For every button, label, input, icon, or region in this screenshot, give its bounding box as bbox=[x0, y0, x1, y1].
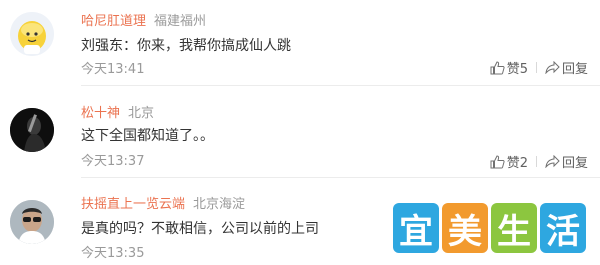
comment-text: 刘强东：你来，我帮你搞成仙人跳 bbox=[81, 38, 291, 54]
man-sunglasses-avatar-icon bbox=[10, 200, 54, 244]
timestamp: 今天13:41 bbox=[81, 62, 145, 77]
location-label: 北京海淀 bbox=[193, 197, 246, 212]
action-divider bbox=[535, 156, 537, 167]
comment-header: 哈尼肛道理 福建福州 bbox=[81, 10, 206, 29]
comment-actions: 赞2 回复 bbox=[490, 152, 588, 171]
comment-text: 这下全国都知道了。。 bbox=[81, 128, 214, 144]
username-link[interactable]: 扶摇直上一览云端 bbox=[81, 197, 185, 212]
action-divider bbox=[535, 62, 537, 73]
comment-feed: 哈尼肛道理福建福州 刘强东：你来，我帮你搞成仙人跳 今天13:41 赞5 回复 bbox=[0, 0, 600, 265]
reply-label: 回复 bbox=[561, 156, 588, 171]
comment-header: 松十神 北京 bbox=[81, 102, 154, 121]
watermark-char: 生 bbox=[491, 203, 537, 253]
like-count: 赞2 bbox=[506, 156, 528, 171]
like-button[interactable]: 赞2 bbox=[490, 152, 528, 171]
location-label: 北京 bbox=[128, 106, 155, 121]
reply-label: 回复 bbox=[561, 62, 588, 77]
share-arrow-icon bbox=[545, 155, 560, 168]
yellow-cartoon-avatar-icon bbox=[10, 12, 54, 56]
thumbs-up-icon bbox=[490, 60, 505, 74]
thumbs-up-icon bbox=[490, 154, 505, 168]
timestamp: 今天13:35 bbox=[81, 246, 145, 261]
username-link[interactable]: 哈尼肛道理 bbox=[81, 14, 146, 29]
username-link[interactable]: 松十神 bbox=[81, 106, 120, 121]
comment-header: 扶摇直上一览云端 北京海淀 bbox=[81, 193, 245, 212]
watermark-char: 活 bbox=[540, 203, 586, 253]
watermark-char: 宜 bbox=[393, 203, 439, 253]
watermark-char: 美 bbox=[442, 203, 488, 253]
avatar[interactable] bbox=[10, 108, 54, 152]
comment-text: 是真的吗？不敢相信，公司以前的上司 bbox=[81, 221, 319, 237]
like-button[interactable]: 赞5 bbox=[490, 58, 528, 77]
comment-actions: 赞5 回复 bbox=[490, 58, 588, 77]
avatar[interactable] bbox=[10, 12, 54, 56]
like-count: 赞5 bbox=[506, 62, 528, 77]
reply-button[interactable]: 回复 bbox=[545, 152, 588, 171]
timestamp: 今天13:37 bbox=[81, 154, 145, 169]
reply-button[interactable]: 回复 bbox=[545, 58, 588, 77]
share-arrow-icon bbox=[545, 61, 560, 74]
dark-figure-avatar-icon bbox=[10, 108, 54, 152]
avatar[interactable] bbox=[10, 200, 54, 244]
comment-item: 松十神 北京 这下全国都知道了。。 今天13:37 赞2 回复 bbox=[0, 86, 600, 178]
watermark-logo: 宜 美 生 活 bbox=[393, 203, 588, 255]
location-label: 福建福州 bbox=[154, 14, 207, 29]
comment-item: 哈尼肛道理 福建福州 刘强东：你来，我帮你搞成仙人跳 今天13:41 赞5 回复 bbox=[0, 0, 600, 86]
